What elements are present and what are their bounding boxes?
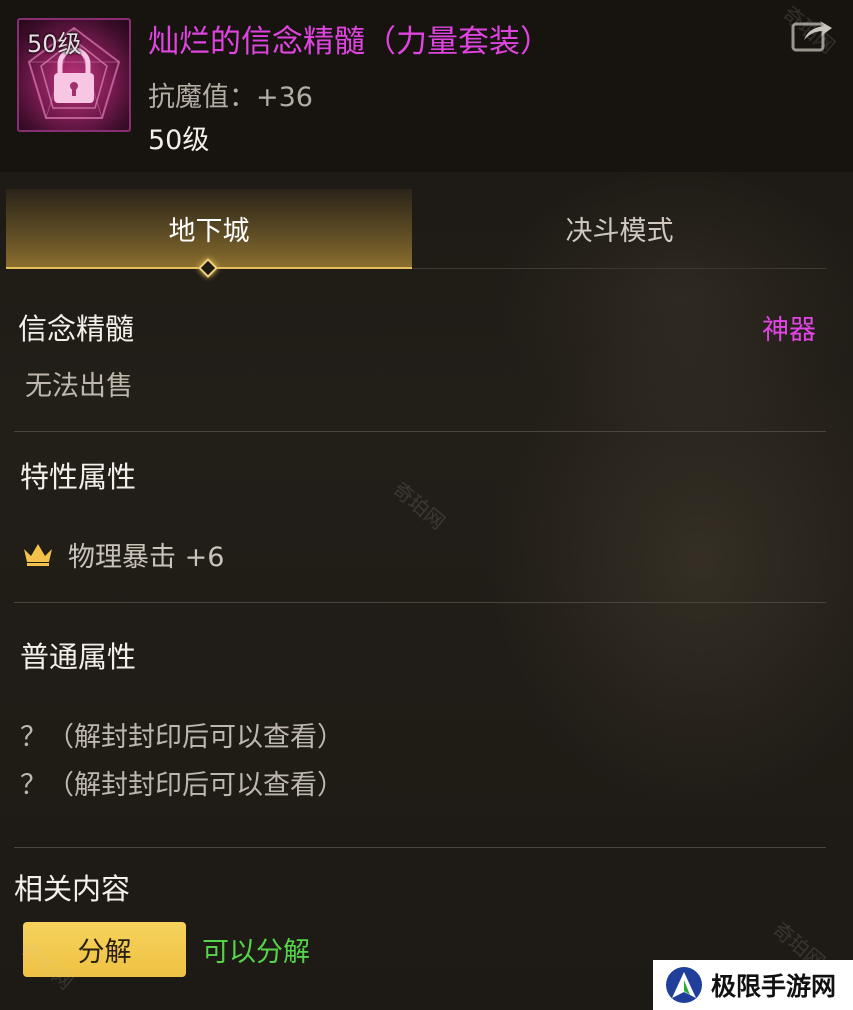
item-type: 信念精髓 <box>18 312 135 346</box>
item-level-badge: 50级 <box>27 30 82 58</box>
item-title: 灿烂的信念精髓（力量套装） <box>148 24 551 60</box>
brand-badge: 极限手游网 <box>653 960 853 1010</box>
divider <box>14 431 826 432</box>
crown-icon <box>24 544 52 566</box>
sealed-attribute-1: ？（解封封印后可以查看） <box>20 722 344 753</box>
disassemble-status: 可以分解 <box>202 937 310 968</box>
brand-text: 极限手游网 <box>711 972 837 1001</box>
special-attributes-title: 特性属性 <box>20 460 137 494</box>
divider <box>14 847 826 848</box>
sell-status: 无法出售 <box>25 371 133 402</box>
sealed-attribute-2: ？（解封封印后可以查看） <box>20 770 344 801</box>
item-icon[interactable]: 50级 <box>17 18 131 132</box>
rarity-label: 神器 <box>762 315 816 346</box>
related-content-title: 相关内容 <box>14 872 131 906</box>
normal-attributes-title: 普通属性 <box>20 640 137 674</box>
special-attribute-text: 物理暴击 +6 <box>68 541 225 573</box>
item-level-requirement: 50级 <box>148 125 210 156</box>
divider <box>14 602 826 603</box>
tab-duel-mode[interactable]: 决斗模式 <box>412 189 827 269</box>
tab-dungeon[interactable]: 地下城 <box>6 189 412 269</box>
item-header: 50级 灿烂的信念精髓（力量套装） 抗魔值：+36 50级 <box>0 0 853 172</box>
brand-logo-icon <box>666 967 702 1003</box>
item-stat: 抗魔值：+36 <box>148 82 313 113</box>
special-attribute-row: 物理暴击 +6 <box>22 534 224 574</box>
mode-tabs: 地下城 决斗模式 <box>6 189 827 278</box>
